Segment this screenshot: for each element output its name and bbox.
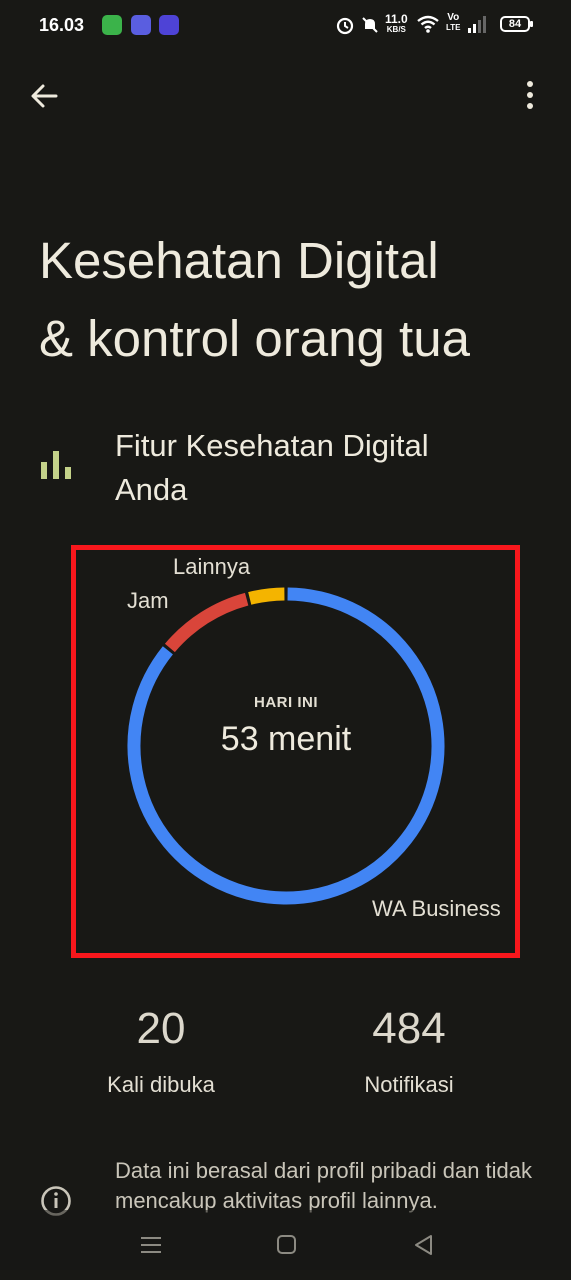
page-title-line1: Kesehatan Digital xyxy=(39,232,439,289)
alarm-icon xyxy=(336,17,354,35)
volte-indicator: Vo LTE xyxy=(446,12,461,33)
notification-game-icon xyxy=(159,15,179,35)
menu-lines-icon xyxy=(141,1237,161,1253)
mute-icon xyxy=(362,17,378,33)
chart-label-lainnya: Lainnya xyxy=(173,554,251,579)
page-title: Kesehatan Digital & kontrol orang tua xyxy=(39,222,549,378)
home-button[interactable] xyxy=(267,1228,307,1262)
status-bar: 16.03 11.0 KB/S Vo LTE 84 xyxy=(0,0,571,52)
notifications-label: Notifikasi xyxy=(364,1072,454,1097)
page-title-line2: & kontrol orang tua xyxy=(39,310,470,367)
donut-slice-jam xyxy=(164,592,249,653)
notification-weather-icon xyxy=(131,15,151,35)
info-text: Data ini berasal dari profil pribadi dan… xyxy=(115,1158,533,1213)
chart-center-value: 53 menit xyxy=(220,720,352,758)
back-nav-button[interactable] xyxy=(404,1228,444,1262)
triangle-back-icon xyxy=(415,1235,432,1255)
opened-label: Kali dibuka xyxy=(107,1072,215,1097)
more-vert-icon xyxy=(527,81,533,109)
section-title-line1: Fitur Kesehatan Digital xyxy=(115,428,429,463)
section-title[interactable]: Fitur Kesehatan Digital Anda xyxy=(115,424,535,512)
wifi-icon xyxy=(417,15,439,33)
opened-count: 20 xyxy=(136,1004,186,1053)
square-icon xyxy=(277,1235,296,1254)
bar-chart-icon xyxy=(41,451,71,479)
status-time: 16.03 xyxy=(39,15,85,35)
signal-icon xyxy=(468,16,486,33)
arrow-back-icon xyxy=(31,84,58,108)
network-speed: 11.0 KB/S xyxy=(385,12,408,34)
chart-label-jam: Jam xyxy=(127,588,169,613)
notification-app-icon xyxy=(102,15,122,35)
chart-center-caption: HARI INI xyxy=(254,694,318,711)
notifications-count: 484 xyxy=(372,1004,446,1053)
more-options-button[interactable] xyxy=(512,78,548,114)
recents-button[interactable] xyxy=(131,1228,171,1262)
battery-indicator: 84 xyxy=(500,16,533,32)
donut-slice-lainnya xyxy=(248,587,285,605)
back-button[interactable] xyxy=(26,78,62,114)
section-title-line2: Anda xyxy=(115,472,188,507)
chart-label-wa-business: WA Business xyxy=(372,896,501,921)
